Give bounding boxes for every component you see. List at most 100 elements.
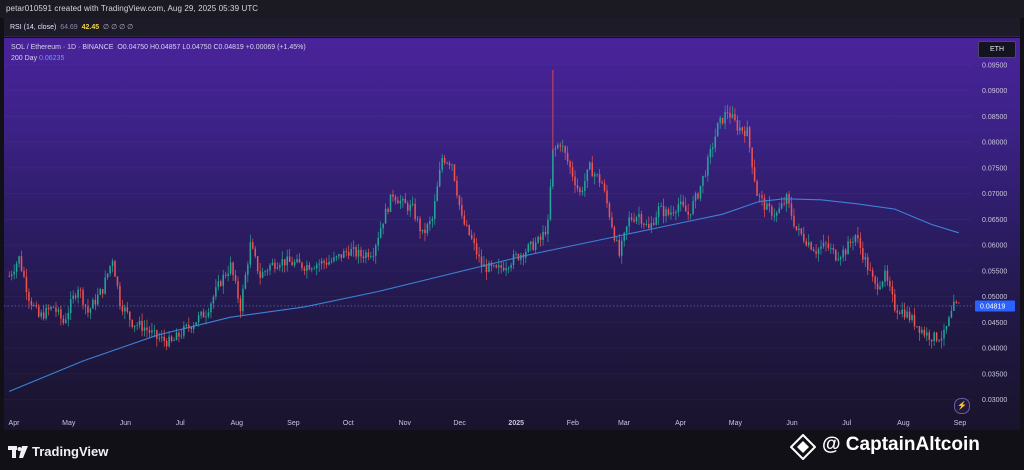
tradingview-wordmark: TradingView	[32, 444, 109, 459]
y-tick-label: 0.07500	[982, 165, 1007, 172]
candle-body	[165, 341, 168, 347]
captainaltcoin-diamond-icon	[790, 434, 816, 460]
currency-button[interactable]: ETH	[978, 41, 1016, 58]
candle-body	[382, 223, 384, 229]
candle-body	[751, 147, 753, 168]
candle-body	[497, 265, 500, 268]
candle-body	[65, 319, 67, 323]
candle-body	[259, 271, 261, 278]
chart-svg[interactable]: 0.04819 0.09500 0.09000 0.08500 0.08000 0.07…	[4, 38, 1020, 430]
candle-body	[77, 289, 79, 298]
candle-body	[726, 112, 729, 113]
candle-body	[131, 319, 133, 328]
candle-body	[655, 216, 657, 225]
candle-body	[372, 255, 375, 257]
candle-body	[50, 306, 52, 310]
x-tick-label: Apr	[9, 420, 21, 427]
candle-body	[702, 175, 704, 186]
candle-body	[822, 242, 825, 247]
candle-body	[330, 261, 333, 262]
candle-body	[662, 206, 665, 217]
candle-body	[699, 185, 702, 199]
candle-body	[613, 227, 616, 241]
candle-body	[574, 176, 576, 186]
x-tick-label: Aug	[231, 420, 244, 427]
candle-body	[23, 270, 25, 277]
candle-body	[124, 307, 126, 312]
candle-body	[773, 215, 776, 217]
candle-body	[301, 262, 303, 269]
candle-body	[832, 248, 835, 250]
candle-body	[185, 324, 188, 327]
candle-body	[212, 296, 215, 304]
candle-body	[616, 239, 618, 241]
watermark-header: petar010591 created with TradingView.com…	[0, 0, 1024, 18]
ma-label[interactable]: 200 Day	[11, 55, 37, 62]
y-tick-label: 0.09000	[982, 88, 1007, 95]
candle-body	[948, 317, 950, 326]
candle-body	[141, 320, 143, 331]
candle-body	[87, 306, 89, 313]
candle-body	[62, 318, 65, 323]
candle-body	[652, 223, 655, 225]
candle-body	[620, 240, 623, 256]
candle-body	[906, 311, 908, 318]
candle-body	[441, 157, 443, 170]
candle-body	[803, 233, 805, 242]
candle-body	[625, 226, 628, 233]
candle-body	[443, 157, 446, 163]
symbol-name[interactable]: SOL / Ethereum · 1D · BINANCE	[11, 44, 113, 51]
candle-body	[635, 217, 638, 222]
candle-body	[20, 256, 23, 271]
candle-body	[534, 242, 537, 251]
y-tick-label: 0.06000	[982, 243, 1007, 250]
candle-body	[82, 290, 84, 305]
y-tick-label: 0.03500	[982, 371, 1007, 378]
candle-body	[778, 208, 780, 213]
candle-body	[935, 332, 938, 341]
last-price-label: 0.04819	[980, 303, 1005, 310]
candle-body	[323, 260, 325, 263]
candle-body	[596, 174, 598, 176]
candle-body	[8, 276, 10, 277]
ma-value: 0.06235	[39, 55, 65, 62]
candle-body	[205, 316, 207, 318]
candle-body	[677, 204, 680, 212]
candle-body	[714, 136, 716, 148]
candle-body	[958, 302, 960, 304]
candle-body	[783, 203, 785, 205]
x-tick-label: Nov	[399, 420, 412, 427]
candle-body	[281, 259, 284, 266]
candle-body	[734, 114, 736, 121]
lightning-icon[interactable]: ⚡	[954, 398, 970, 414]
captainaltcoin-brand: @ CaptainAltcoin	[790, 432, 1022, 460]
candle-body	[800, 228, 803, 234]
candle-body	[554, 148, 557, 150]
candle-body	[557, 144, 559, 149]
candle-body	[451, 164, 453, 166]
candle-body	[478, 254, 480, 257]
candle-body	[274, 262, 276, 269]
candle-body	[379, 228, 382, 238]
x-tick-label: Aug	[897, 420, 910, 427]
candle-body	[758, 195, 761, 197]
candle-body	[256, 256, 259, 272]
candle-body	[333, 257, 335, 262]
candle-body	[434, 201, 436, 219]
x-tick-label: Apr	[675, 420, 687, 427]
candle-body	[864, 257, 867, 260]
candle-body	[421, 229, 424, 232]
candle-body	[842, 249, 844, 258]
candle-body	[266, 270, 269, 272]
candle-body	[47, 307, 50, 310]
candle-body	[603, 183, 606, 191]
price-chart-pane[interactable]: 0.04819 0.09500 0.09000 0.08500 0.08000 0.07…	[4, 38, 1020, 430]
candle-body	[190, 327, 193, 330]
candle-body	[360, 249, 362, 257]
candle-body	[682, 201, 685, 206]
ma-legend: 200 Day 0.06235	[11, 55, 64, 62]
tradingview-logo[interactable]: TradingView	[8, 443, 118, 461]
rsi-pane[interactable]: RSI (14, close) 64.69 42.45 ∅ ∅ ∅ ∅	[4, 18, 1020, 37]
candle-body	[798, 228, 800, 230]
candle-body	[345, 251, 348, 253]
